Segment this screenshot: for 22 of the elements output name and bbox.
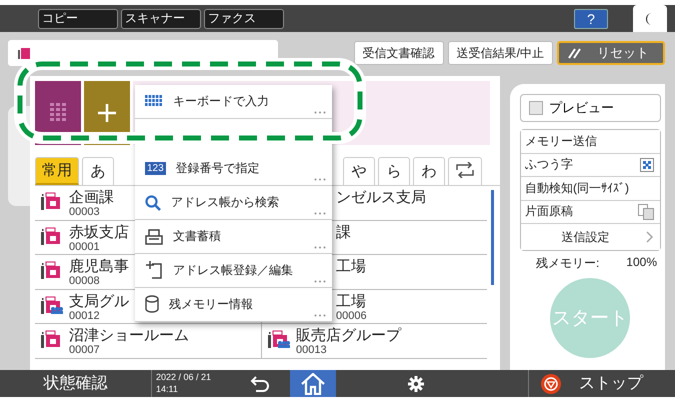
destination-number: 00003 (69, 206, 101, 218)
destination-name: 赤坂支店 (69, 224, 129, 240)
memory-value: 100% (626, 255, 657, 271)
destination-number: 00007 (69, 344, 101, 356)
destination-number: 00008 (69, 275, 101, 287)
destination-name: 鹿児島事 (69, 258, 129, 275)
destination-name: 企画課 (69, 189, 114, 206)
destination-number: 00012 (69, 310, 101, 322)
destination-name: 販売店グループ (296, 327, 401, 344)
destination-number: 00006 (336, 310, 367, 322)
time-text: 14:11 (156, 383, 179, 395)
number-badge: 123 (145, 162, 166, 176)
destination-name: 支局グル (69, 292, 129, 310)
memory-label: 残メモリー: (536, 255, 600, 272)
destination-name: 工場 (336, 258, 366, 275)
destination-name: 課 (336, 224, 351, 240)
destination-name: 沼津ショールーム (69, 327, 189, 344)
destination-number: 00001 (69, 240, 101, 252)
destination-name: ンゼルス支局 (336, 189, 426, 206)
destination-number: 00013 (296, 344, 328, 356)
destination-name: 工場 (336, 292, 367, 310)
date-text: 2022 / 06 / 21 (156, 371, 212, 383)
